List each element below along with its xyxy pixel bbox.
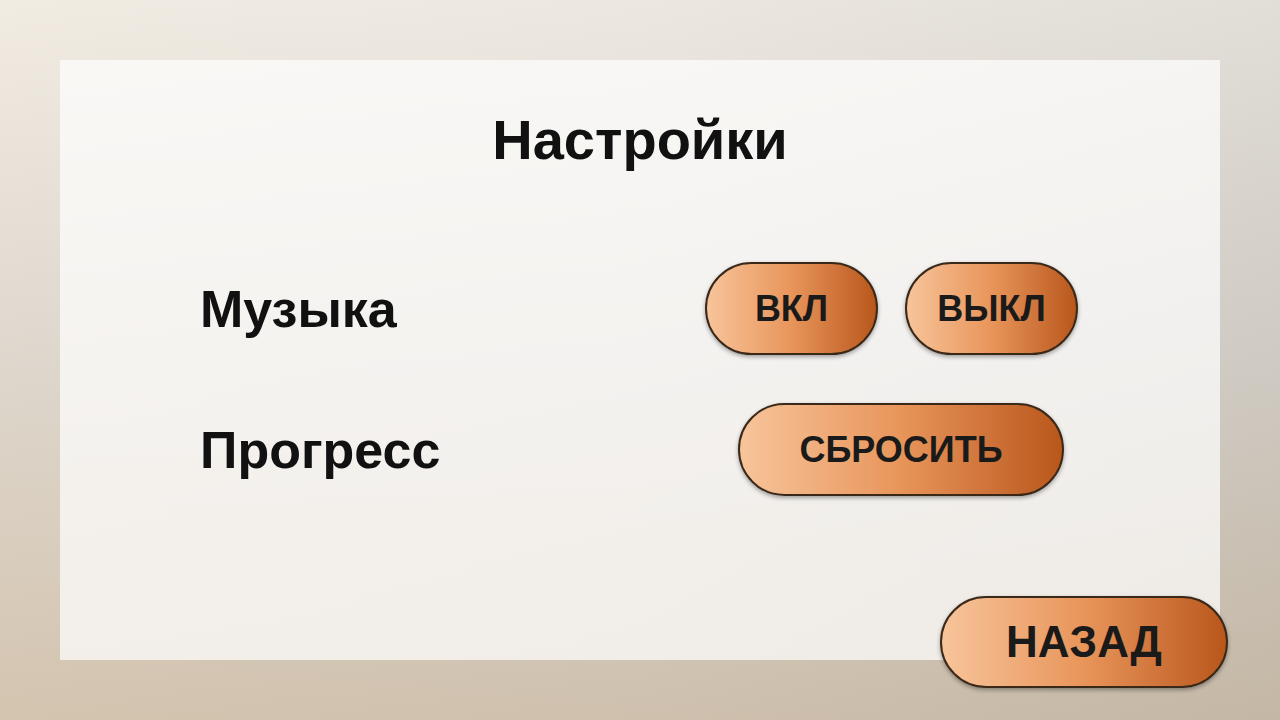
settings-title: Настройки xyxy=(60,60,1220,175)
back-button[interactable]: НАЗАД xyxy=(940,596,1228,688)
back-button-wrap: НАЗАД xyxy=(940,596,1228,688)
row-buttons: СБРОСИТЬ xyxy=(738,403,1064,496)
settings-panel: Настройки МузыкаВКЛ ВЫКЛ ПрогрессСБРОСИТЬ xyxy=(60,60,1220,660)
row-label: Прогресс xyxy=(200,418,738,482)
row-label: Музыка xyxy=(200,277,705,341)
settings-row: МузыкаВКЛ ВЫКЛ xyxy=(60,262,1220,355)
option-button[interactable]: СБРОСИТЬ xyxy=(738,403,1064,496)
option-button[interactable]: ВКЛ xyxy=(705,262,878,355)
row-buttons: ВКЛ ВЫКЛ xyxy=(705,262,1078,355)
settings-screen: Настройки МузыкаВКЛ ВЫКЛ ПрогрессСБРОСИТЬ НА… xyxy=(0,0,1280,720)
option-button[interactable]: ВЫКЛ xyxy=(905,262,1078,355)
settings-row: ПрогрессСБРОСИТЬ xyxy=(60,403,1220,496)
